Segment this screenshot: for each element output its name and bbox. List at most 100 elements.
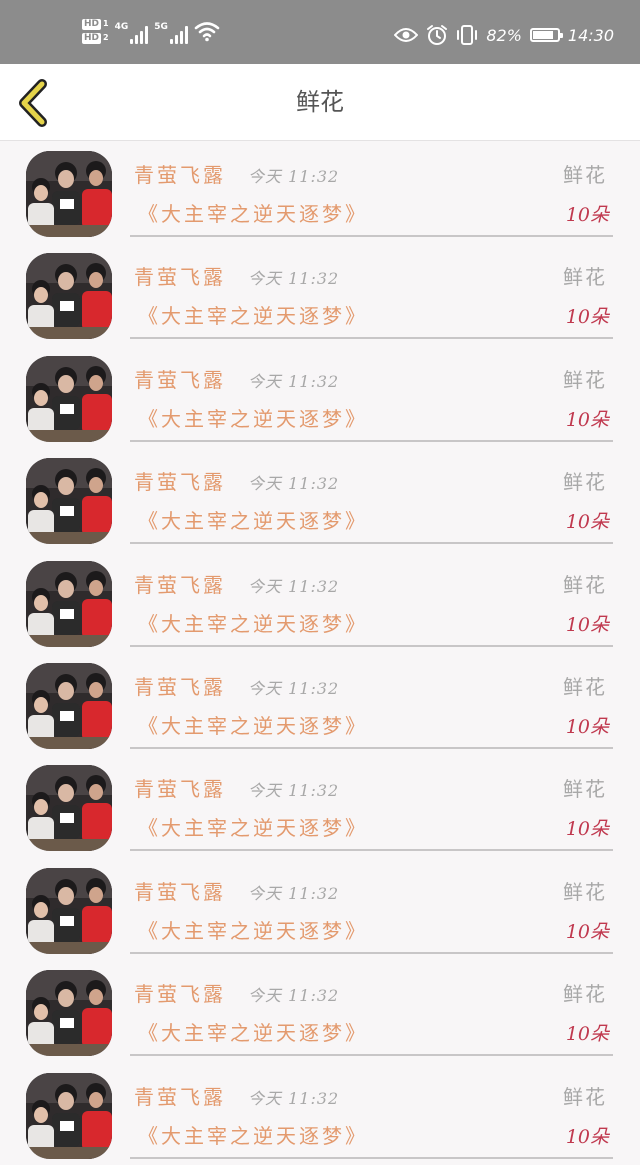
avatar[interactable]: [26, 253, 112, 340]
gift-type: 鲜花: [563, 367, 607, 392]
gift-type: 鲜花: [563, 879, 607, 904]
gift-list-item[interactable]: 青萤飞露 今天 11:32 鲜花 《大主宰之逆天逐梦》 10朵: [0, 858, 640, 960]
work-title[interactable]: 《大主宰之逆天逐梦》: [138, 505, 368, 534]
work-title[interactable]: 《大主宰之逆天逐梦》: [138, 1120, 368, 1149]
avatar-photo: [26, 1072, 112, 1159]
work-title[interactable]: 《大主宰之逆天逐梦》: [138, 1017, 368, 1046]
work-title[interactable]: 《大主宰之逆天逐梦》: [138, 403, 368, 432]
avatar-photo: [26, 458, 112, 545]
gift-time: 今天 11:32: [248, 678, 340, 698]
sender-name[interactable]: 青萤飞露: [134, 1081, 226, 1110]
work-title[interactable]: 《大主宰之逆天逐梦》: [138, 915, 368, 944]
gift-type: 鲜花: [563, 572, 607, 597]
gift-count: 10朵: [565, 511, 609, 534]
gift-list-item[interactable]: 青萤飞露 今天 11:32 鲜花 《大主宰之逆天逐梦》 10朵: [0, 243, 640, 345]
gift-time: 今天 11:32: [248, 269, 340, 289]
gift-row-content: 青萤飞露 今天 11:32 鲜花 《大主宰之逆天逐梦》 10朵: [130, 755, 613, 852]
gift-row-content: 青萤飞露 今天 11:32 鲜花 《大主宰之逆天逐梦》 10朵: [130, 1063, 613, 1159]
work-title[interactable]: 《大主宰之逆天逐梦》: [138, 710, 368, 739]
sender-name[interactable]: 青萤飞露: [134, 773, 226, 802]
clock-time: 14:30: [567, 25, 614, 45]
avatar-photo: [26, 151, 112, 237]
gift-list-item[interactable]: 青萤飞露 今天 11:32 鲜花 《大主宰之逆天逐梦》 10朵: [0, 1063, 640, 1165]
gift-list-item[interactable]: 青萤飞露 今天 11:32 鲜花 《大主宰之逆天逐梦》 10朵: [0, 141, 640, 243]
sender-name[interactable]: 青萤飞露: [134, 466, 226, 495]
gift-type: 鲜花: [563, 777, 607, 802]
work-title[interactable]: 《大主宰之逆天逐梦》: [138, 608, 368, 637]
gift-row-content: 青萤飞露 今天 11:32 鲜花 《大主宰之逆天逐梦》 10朵: [130, 653, 613, 749]
gift-list-item[interactable]: 青萤飞露 今天 11:32 鲜花 《大主宰之逆天逐梦》 10朵: [0, 755, 640, 857]
hd1-indicator: HD 1: [82, 18, 109, 30]
gift-count: 10朵: [565, 715, 609, 738]
sender-name[interactable]: 青萤飞露: [134, 671, 226, 700]
vibrate-icon: [457, 25, 478, 45]
alarm-icon: [427, 25, 448, 45]
sender-name[interactable]: 青萤飞露: [134, 364, 226, 393]
avatar[interactable]: [26, 355, 112, 442]
avatar-photo: [26, 765, 112, 852]
gift-list-item[interactable]: 青萤飞露 今天 11:32 鲜花 《大主宰之逆天逐梦》 10朵: [0, 346, 640, 448]
hd1-sub: 1: [103, 19, 109, 28]
gift-time: 今天 11:32: [248, 1088, 340, 1108]
sender-name[interactable]: 青萤飞露: [134, 978, 226, 1007]
gift-count: 10朵: [565, 920, 609, 943]
gift-count: 10朵: [565, 1125, 609, 1148]
avatar[interactable]: [26, 765, 112, 852]
gift-row-content: 青萤飞露 今天 11:32 鲜花 《大主宰之逆天逐梦》 10朵: [130, 141, 613, 237]
gift-list: 青萤飞露 今天 11:32 鲜花 《大主宰之逆天逐梦》 10朵 青萤飞露 今天 …: [0, 141, 640, 1165]
gift-time: 今天 11:32: [248, 883, 340, 903]
hd2-label: HD: [82, 32, 102, 44]
status-right: 82% 14:30: [394, 24, 614, 46]
gift-time: 今天 11:32: [248, 986, 340, 1006]
avatar-photo: [26, 662, 112, 749]
avatar[interactable]: [26, 560, 112, 647]
avatar[interactable]: [26, 867, 112, 954]
status-left: HD 1 HD 2 4G 5G: [82, 18, 220, 44]
gift-count: 10朵: [565, 613, 609, 636]
battery-fill: [532, 31, 553, 39]
gift-type: 鲜花: [563, 470, 607, 495]
sender-name[interactable]: 青萤飞露: [134, 876, 226, 905]
header-bar: 鲜花: [0, 64, 640, 141]
hd-indicators: HD 1 HD 2: [82, 18, 109, 44]
sender-name[interactable]: 青萤飞露: [134, 159, 226, 188]
avatar-photo: [26, 560, 112, 647]
work-title[interactable]: 《大主宰之逆天逐梦》: [138, 300, 368, 329]
work-title[interactable]: 《大主宰之逆天逐梦》: [138, 198, 368, 227]
gift-list-item[interactable]: 青萤飞露 今天 11:32 鲜花 《大主宰之逆天逐梦》 10朵: [0, 448, 640, 550]
gift-row-content: 青萤飞露 今天 11:32 鲜花 《大主宰之逆天逐梦》 10朵: [130, 858, 613, 954]
hd2-indicator: HD 2: [82, 32, 109, 44]
signal-bars-2: [169, 26, 188, 44]
hd1-label: HD: [82, 18, 102, 30]
sender-name[interactable]: 青萤飞露: [134, 569, 226, 598]
gift-row-content: 青萤飞露 今天 11:32 鲜花 《大主宰之逆天逐梦》 10朵: [130, 243, 613, 340]
gift-count: 10朵: [565, 408, 609, 431]
gift-type: 鲜花: [563, 265, 607, 290]
gift-count: 10朵: [565, 1023, 609, 1046]
gift-list-item[interactable]: 青萤飞露 今天 11:32 鲜花 《大主宰之逆天逐梦》 10朵: [0, 653, 640, 755]
status-bar: HD 1 HD 2 4G 5G 82% 14:30: [0, 0, 640, 64]
sender-name[interactable]: 青萤飞露: [134, 261, 226, 290]
wifi-icon: [194, 22, 220, 42]
battery-percent: 82%: [486, 25, 522, 45]
avatar[interactable]: [26, 970, 112, 1057]
gift-count: 10朵: [565, 306, 609, 329]
battery-icon: [529, 28, 563, 42]
signal-bars-1: [130, 26, 149, 44]
gift-list-item[interactable]: 青萤飞露 今天 11:32 鲜花 《大主宰之逆天逐梦》 10朵: [0, 960, 640, 1062]
avatar[interactable]: [26, 1072, 112, 1159]
avatar[interactable]: [26, 662, 112, 749]
gift-row-content: 青萤飞露 今天 11:32 鲜花 《大主宰之逆天逐梦》 10朵: [130, 448, 613, 545]
gift-type: 鲜花: [563, 163, 607, 187]
network2-label: 5G: [154, 22, 168, 32]
avatar[interactable]: [26, 151, 112, 237]
gift-list-item[interactable]: 青萤飞露 今天 11:32 鲜花 《大主宰之逆天逐梦》 10朵: [0, 551, 640, 653]
avatar[interactable]: [26, 458, 112, 545]
work-title[interactable]: 《大主宰之逆天逐梦》: [138, 812, 368, 841]
network1-label: 4G: [114, 22, 129, 32]
gift-time: 今天 11:32: [248, 576, 340, 596]
hd2-sub: 2: [103, 33, 109, 42]
avatar-photo: [26, 867, 112, 954]
gift-time: 今天 11:32: [248, 781, 340, 801]
signal-icon: 4G: [115, 18, 149, 44]
